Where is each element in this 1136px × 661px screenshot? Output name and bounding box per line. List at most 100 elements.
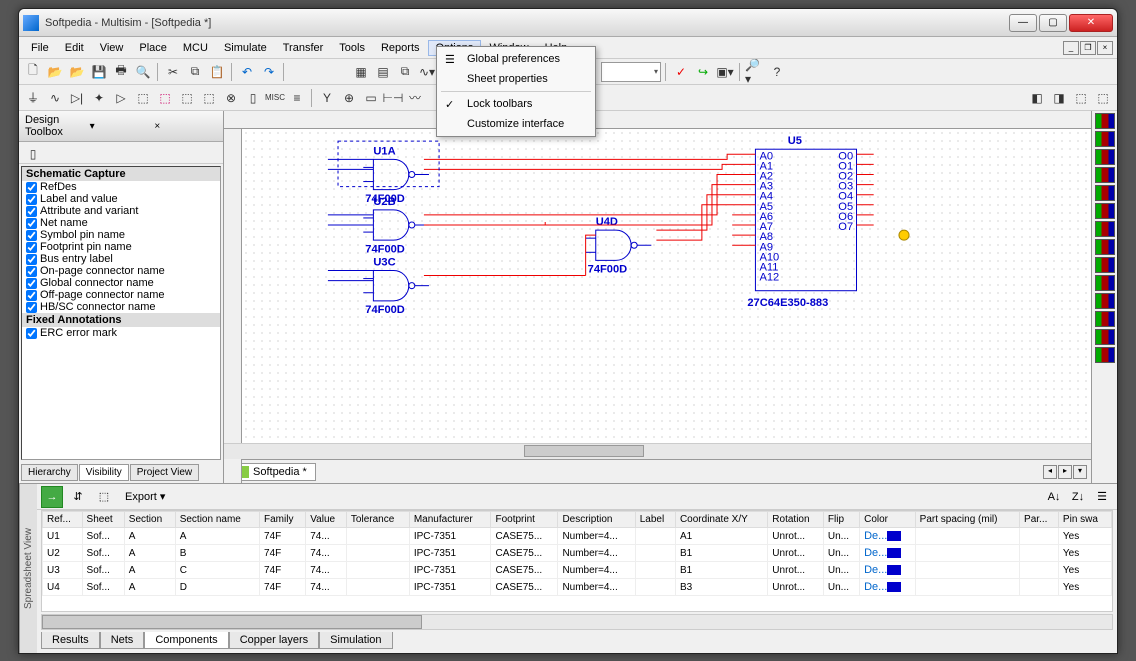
dd-lock-toolbars[interactable]: ✓Lock toolbars bbox=[439, 94, 593, 114]
toolbar-combo[interactable] bbox=[601, 62, 661, 82]
comp-misc-icon[interactable]: MISC bbox=[265, 88, 285, 108]
check-item[interactable]: Footprint pin name bbox=[22, 241, 220, 253]
tab-prev-icon[interactable]: ◂ bbox=[1043, 465, 1057, 479]
tab-visibility[interactable]: Visibility bbox=[79, 464, 129, 481]
col-header[interactable]: Pin swa bbox=[1058, 512, 1111, 528]
menu-tools[interactable]: Tools bbox=[331, 40, 373, 56]
minimize-button[interactable]: — bbox=[1009, 14, 1037, 32]
tb-check-icon[interactable]: ✓ bbox=[671, 62, 691, 82]
instr3-icon[interactable]: ⬚ bbox=[1071, 88, 1091, 108]
menu-place[interactable]: Place bbox=[131, 40, 175, 56]
check-item[interactable]: Label and value bbox=[22, 193, 220, 205]
instr-multimeter-icon[interactable] bbox=[1095, 113, 1115, 129]
select-icon[interactable]: ⬚ bbox=[93, 486, 115, 508]
col-header[interactable]: Section bbox=[124, 512, 175, 528]
visibility-list[interactable]: Schematic Capture RefDesLabel and valueA… bbox=[21, 166, 221, 460]
comp-transistor-icon[interactable]: ✦ bbox=[89, 88, 109, 108]
close-panel-icon[interactable]: × bbox=[154, 121, 217, 132]
instr-iv-icon[interactable] bbox=[1095, 293, 1115, 309]
comp-ttl-icon[interactable]: ⬚ bbox=[133, 88, 153, 108]
comp-bus-icon[interactable]: ≡ bbox=[287, 88, 307, 108]
checkbox[interactable] bbox=[26, 230, 37, 241]
instr-wattmeter-icon[interactable] bbox=[1095, 149, 1115, 165]
instr-network-icon[interactable] bbox=[1095, 347, 1115, 363]
comp-y-icon[interactable]: Y bbox=[317, 88, 337, 108]
col-header[interactable]: Family bbox=[260, 512, 306, 528]
comp-misc2-icon[interactable]: ⬚ bbox=[199, 88, 219, 108]
tab-copper[interactable]: Copper layers bbox=[229, 632, 319, 649]
col-header[interactable]: Sheet bbox=[82, 512, 124, 528]
export-button[interactable]: Export ▾ bbox=[119, 488, 171, 505]
menu-view[interactable]: View bbox=[92, 40, 132, 56]
check-item[interactable]: Bus entry label bbox=[22, 253, 220, 265]
menu-transfer[interactable]: Transfer bbox=[275, 40, 332, 56]
schematic-canvas[interactable]: U1A74F00DU2B74F00DU3C74F00DU4D74F00D U5 … bbox=[242, 129, 1091, 443]
tab-next-icon[interactable]: ▸ bbox=[1058, 465, 1072, 479]
dd-global-prefs[interactable]: ☰Global preferences bbox=[439, 49, 593, 69]
checkbox[interactable] bbox=[26, 218, 37, 229]
dd-customize[interactable]: Customize interface bbox=[439, 114, 593, 134]
instr-logicconv-icon[interactable] bbox=[1095, 275, 1115, 291]
col-header[interactable]: Part spacing (mil) bbox=[915, 512, 1019, 528]
col-header[interactable]: Value bbox=[306, 512, 347, 528]
check-item[interactable]: On-page connector name bbox=[22, 265, 220, 277]
instr4-icon[interactable]: ⬚ bbox=[1093, 88, 1113, 108]
tab-results[interactable]: Results bbox=[41, 632, 100, 649]
tb-box-icon[interactable]: ▣▾ bbox=[715, 62, 735, 82]
components-grid[interactable]: Ref...SheetSectionSection nameFamilyValu… bbox=[41, 510, 1113, 612]
col-header[interactable]: Ref... bbox=[43, 512, 83, 528]
collapse-icon[interactable]: ⇵ bbox=[67, 486, 89, 508]
comp-mixer-icon[interactable]: ⊗ bbox=[221, 88, 241, 108]
help-icon[interactable]: ? bbox=[767, 62, 787, 82]
check-item[interactable]: Symbol pin name bbox=[22, 229, 220, 241]
toolbox-btn-icon[interactable]: ▯ bbox=[23, 144, 43, 164]
menu-file[interactable]: File bbox=[23, 40, 57, 56]
mdi-minimize[interactable]: _ bbox=[1063, 41, 1079, 55]
spreadsheet-label[interactable]: Spreadsheet View bbox=[19, 484, 37, 653]
col-header[interactable]: Par... bbox=[1020, 512, 1059, 528]
menu-simulate[interactable]: Simulate bbox=[216, 40, 275, 56]
checkbox[interactable] bbox=[26, 278, 37, 289]
table-row[interactable]: U1Sof...AA74F74...IPC-7351CASE75...Numbe… bbox=[43, 528, 1112, 545]
canvas-hscroll[interactable] bbox=[224, 443, 1091, 459]
check-item[interactable]: Net name bbox=[22, 217, 220, 229]
instr-spectrum-icon[interactable] bbox=[1095, 329, 1115, 345]
col-header[interactable]: Rotation bbox=[768, 512, 824, 528]
grid-hscroll[interactable] bbox=[41, 614, 1113, 630]
instr-4ch-icon[interactable] bbox=[1095, 185, 1115, 201]
col-header[interactable]: Coordinate X/Y bbox=[675, 512, 767, 528]
wave-icon[interactable]: ∿▾ bbox=[417, 62, 437, 82]
print-icon[interactable]: 🖶 bbox=[111, 62, 131, 82]
tab-hierarchy[interactable]: Hierarchy bbox=[21, 464, 78, 481]
instr-bode-icon[interactable] bbox=[1095, 203, 1115, 219]
checkbox[interactable] bbox=[26, 290, 37, 301]
comp-c-icon[interactable]: ⊢⊣ bbox=[383, 88, 403, 108]
checkbox[interactable] bbox=[26, 242, 37, 253]
table-row[interactable]: U3Sof...AC74F74...IPC-7351CASE75...Numbe… bbox=[43, 562, 1112, 579]
pin-icon[interactable]: ▾ bbox=[90, 121, 153, 132]
table-row[interactable]: U2Sof...AB74F74...IPC-7351CASE75...Numbe… bbox=[43, 545, 1112, 562]
titlebar[interactable]: Softpedia - Multisim - [Softpedia *] — ▢… bbox=[19, 9, 1117, 37]
cut-icon[interactable]: ✂ bbox=[163, 62, 183, 82]
tab-nets[interactable]: Nets bbox=[100, 632, 145, 649]
comp-cmos-icon[interactable]: ⬚ bbox=[155, 88, 175, 108]
preview-icon[interactable]: 🔍 bbox=[133, 62, 153, 82]
checkbox[interactable] bbox=[26, 302, 37, 313]
toolbox-titlebar[interactable]: Design Toolbox ▾ × bbox=[19, 111, 223, 142]
checkbox[interactable] bbox=[26, 206, 37, 217]
checkbox[interactable] bbox=[26, 328, 37, 339]
col-header[interactable]: Section name bbox=[175, 512, 259, 528]
instr2-icon[interactable]: ◨ bbox=[1049, 88, 1069, 108]
comp-ac-icon[interactable]: ⊕ bbox=[339, 88, 359, 108]
col-header[interactable]: Color bbox=[860, 512, 916, 528]
comp-diode-icon[interactable]: ▷| bbox=[67, 88, 87, 108]
comp-ind-icon[interactable]: ▯ bbox=[243, 88, 263, 108]
search-icon[interactable]: 🔎▾ bbox=[745, 62, 765, 82]
comp-l-icon[interactable]: 〰 bbox=[405, 88, 425, 108]
tab-components[interactable]: Components bbox=[144, 632, 228, 649]
checkbox[interactable] bbox=[26, 254, 37, 265]
go-button[interactable]: → bbox=[41, 486, 63, 508]
dd-sheet-props[interactable]: Sheet properties bbox=[439, 69, 593, 89]
chart-icon[interactable]: ⧉ bbox=[395, 62, 415, 82]
close-button[interactable]: ✕ bbox=[1069, 14, 1113, 32]
